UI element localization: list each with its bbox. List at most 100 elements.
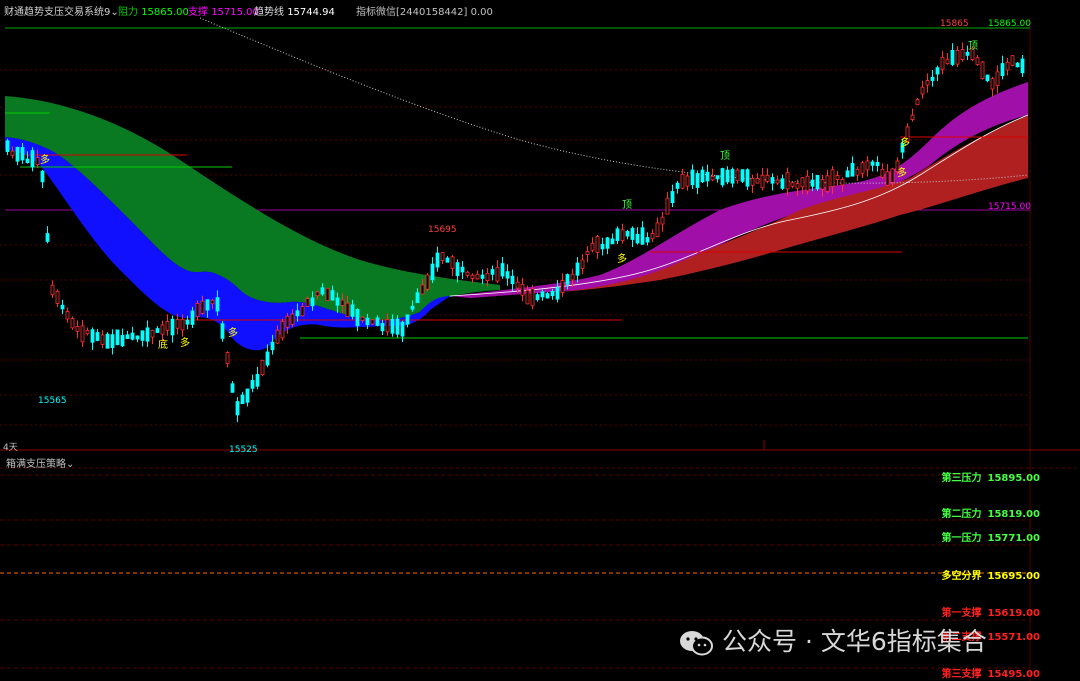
candle-body	[205, 299, 210, 311]
candle-body	[510, 275, 515, 284]
candle-body	[195, 303, 200, 317]
contact-text: 指标微信[2440158442]	[356, 7, 468, 18]
candle-body	[685, 175, 690, 187]
candle-body	[975, 57, 980, 65]
candle-body	[830, 169, 835, 188]
candle-body	[65, 311, 70, 320]
level-row: 第三支撑 15495.00	[941, 665, 1040, 680]
price-chart[interactable]: 15695 15865 15565 15525 15865.00 15715.0…	[0, 0, 1080, 681]
candle-body	[925, 80, 930, 86]
candle-body	[270, 341, 275, 351]
trend-readout: 趋势线 15744.94	[254, 3, 335, 18]
candle-body	[700, 169, 705, 183]
candle-body	[545, 293, 550, 299]
candle-body	[375, 317, 380, 326]
candle-body	[240, 394, 245, 405]
candle-body	[670, 191, 675, 203]
candle-body	[790, 182, 795, 187]
candle-body	[315, 291, 320, 297]
candle-body	[785, 172, 790, 190]
candle-body	[320, 287, 325, 295]
candle-body	[200, 300, 205, 314]
candle-body	[420, 284, 425, 295]
level-value: 15619.00	[987, 608, 1040, 619]
candle-body	[75, 326, 80, 332]
candle-body	[215, 297, 220, 312]
period-label: 4天	[3, 443, 18, 453]
level-label: 第一支撑	[941, 608, 982, 619]
candle-body	[165, 321, 170, 331]
candle-body	[140, 330, 145, 341]
candle-body	[680, 173, 685, 189]
candle-body	[450, 256, 455, 269]
candle-body	[310, 297, 315, 307]
candle-body	[495, 266, 500, 282]
candle-body	[365, 317, 370, 326]
trend-value: 15744.94	[287, 7, 335, 18]
level-label: 第二压力	[941, 509, 982, 520]
candle-body	[465, 271, 470, 276]
price-label-15525: 15525	[229, 445, 258, 455]
candle-body	[835, 175, 840, 180]
candle-body	[725, 169, 730, 183]
candle-body	[235, 401, 240, 416]
candle-body	[800, 177, 805, 188]
contact-value: 0.00	[470, 7, 493, 18]
candle-body	[350, 304, 355, 317]
candle-body	[535, 294, 540, 301]
candle-body	[260, 359, 265, 375]
candle-body	[20, 147, 25, 161]
candle-body	[745, 169, 750, 187]
candle-body	[295, 310, 300, 317]
candle-body	[625, 230, 630, 237]
candle-body	[520, 283, 525, 296]
di-signal: 底	[158, 338, 168, 351]
candle-body	[70, 318, 75, 329]
candle-body	[955, 49, 960, 65]
candle-body	[225, 352, 230, 364]
candle-body	[10, 150, 15, 156]
candle-body	[410, 305, 415, 310]
trend-label: 趋势线	[254, 7, 284, 18]
level-value: 15495.00	[987, 669, 1040, 680]
candle-body	[160, 324, 165, 335]
candle-body	[855, 168, 860, 176]
candle-body	[135, 335, 140, 340]
indicator-name[interactable]: 财通趋势支压交易系统9⌄	[4, 3, 119, 18]
candle-body	[720, 168, 725, 186]
candle-body	[1020, 58, 1025, 74]
candle-body	[190, 310, 195, 325]
candle-body	[425, 274, 430, 290]
contact-readout: 指标微信[2440158442] 0.00	[356, 3, 493, 18]
resistance-value: 15865.00	[141, 7, 189, 18]
candle-body	[500, 263, 505, 277]
candle-body	[775, 179, 780, 184]
level-row: 第一压力 15771.00	[941, 529, 1040, 544]
candle-body	[330, 290, 335, 301]
candle-body	[1000, 63, 1005, 77]
candle-body	[95, 332, 100, 341]
candle-body	[250, 380, 255, 389]
candle-body	[325, 287, 330, 301]
sub-panel-title[interactable]: 箱满支压策略⌄	[6, 455, 74, 470]
chevron-down-icon[interactable]: ⌄	[66, 459, 74, 470]
candle-body	[415, 292, 420, 304]
candle-body	[280, 321, 285, 339]
candle-body	[935, 67, 940, 75]
candle-body	[875, 162, 880, 167]
level-row: 第三压力 15895.00	[941, 469, 1040, 484]
duo-signal: 多	[900, 136, 910, 149]
candle-body	[995, 71, 1000, 86]
candle-body	[665, 197, 670, 215]
candle-body	[580, 259, 585, 269]
support-readout: 支撑 15715.00	[188, 3, 259, 18]
candle-body	[60, 304, 65, 310]
candle-body	[275, 329, 280, 344]
level-label: 多空分界	[941, 571, 982, 582]
candle-body	[695, 173, 700, 188]
candle-body	[575, 262, 580, 276]
candle-body	[490, 269, 495, 275]
candle-body	[110, 334, 115, 348]
candle-body	[40, 170, 45, 183]
candle-body	[760, 174, 765, 189]
